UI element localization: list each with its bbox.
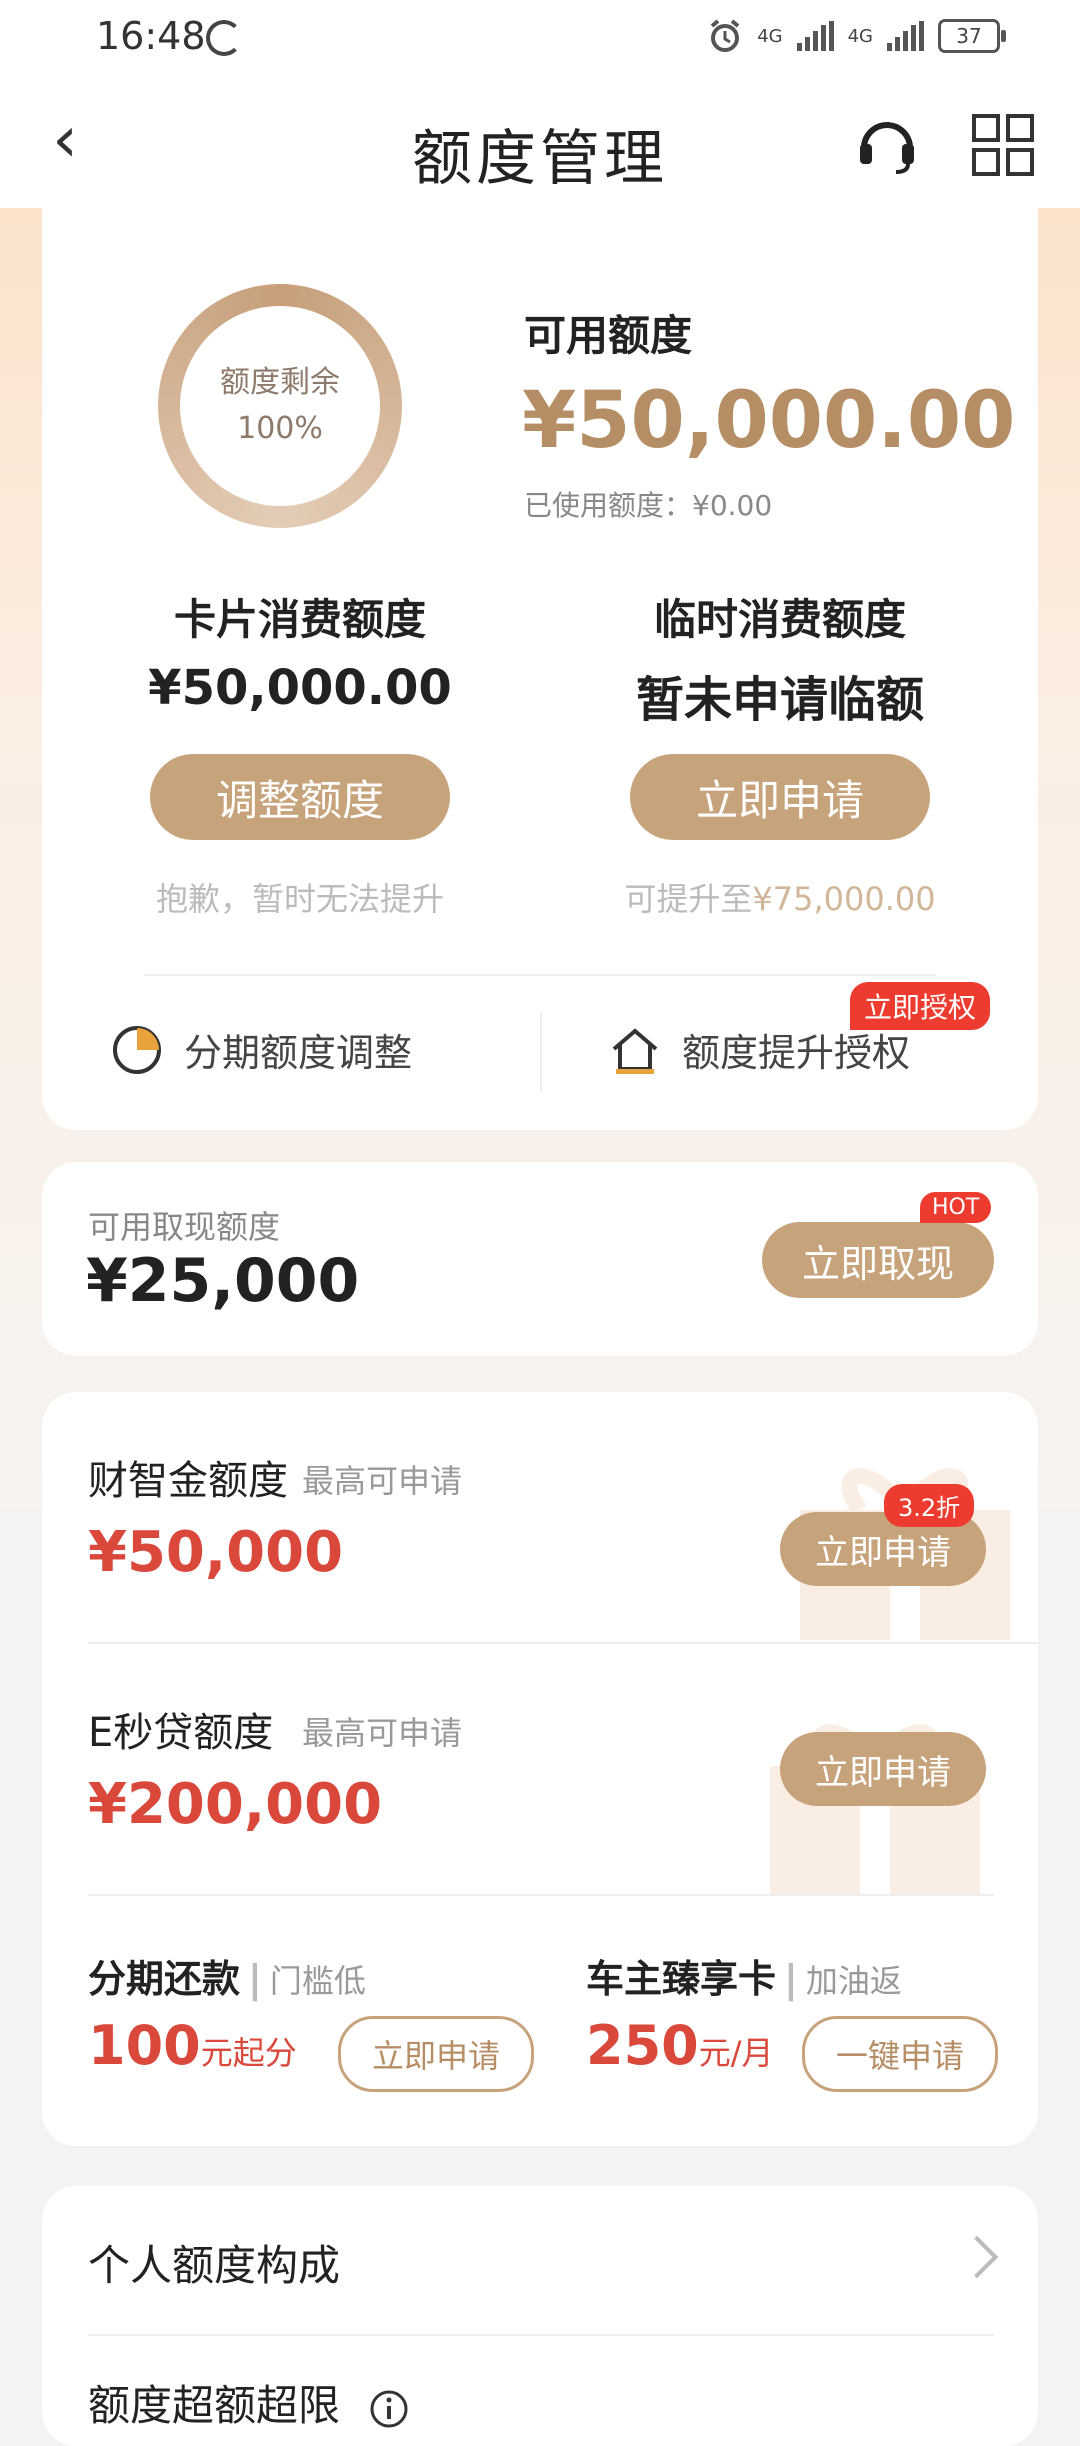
ring-label: 额度剩余 — [220, 365, 340, 400]
adjust-limit-button[interactable]: 调整额度 — [150, 754, 450, 840]
card-limit-title: 卡片消费额度 — [173, 595, 426, 644]
network-label-1: 4G — [757, 25, 783, 47]
authorize-tag: 立即授权 — [850, 982, 991, 1030]
emiao-title: E秒贷额度 — [88, 1710, 274, 1756]
apply-temp-limit-button[interactable]: 立即申请 — [630, 754, 930, 840]
temp-limit-note-prefix: 可提升至 — [624, 880, 753, 918]
ring-percent: 100% — [237, 411, 323, 446]
network-label-2: 4G — [847, 25, 873, 47]
temp-limit-note-amount: ¥75,000.00 — [752, 880, 936, 918]
product-divider-2 — [88, 1894, 994, 1896]
cash-limit-label: 可用取现额度 — [88, 1208, 281, 1246]
installment-repay-num: 100 — [88, 2014, 201, 2077]
info-icon[interactable] — [369, 2389, 409, 2429]
installment-repay-title: 分期还款 | 门槛低 — [88, 1957, 366, 2001]
available-limit-amount: ¥50,000.00 — [522, 376, 1016, 466]
grid-menu-icon[interactable] — [968, 110, 1038, 180]
car-card-title: 车主臻享卡 | 加油返 — [586, 1957, 902, 2001]
signal-icon-2 — [887, 21, 924, 51]
available-limit-label: 可用额度 — [524, 311, 693, 360]
car-card-num: 250 — [586, 2014, 699, 2077]
card-limit-value: ¥50,000.00 — [148, 660, 452, 716]
status-bar: 16:48 4G 4G 37 — [0, 0, 1080, 80]
caizhijin-sub: 最高可申请 — [302, 1462, 463, 1500]
car-card-unit: 元/月 — [698, 2034, 774, 2072]
product-divider-1 — [88, 1642, 1038, 1644]
car-card-sub: 加油返 — [805, 1962, 902, 2000]
installment-repay-sub: 门槛低 — [269, 1962, 366, 2000]
car-card-offer: 250元/月 — [586, 2014, 774, 2077]
withdraw-cash-button[interactable]: 立即取现 — [762, 1222, 994, 1298]
installment-repay-offer: 100元起分 — [88, 2014, 297, 2077]
installment-limit-link[interactable]: 分期额度调整 — [110, 1022, 412, 1077]
customer-service-icon[interactable] — [852, 110, 922, 180]
installment-repay-apply-button[interactable]: 立即申请 — [338, 2016, 534, 2092]
emiao-sub: 最高可申请 — [302, 1714, 463, 1752]
loading-icon — [206, 20, 242, 56]
used-limit: 已使用额度：¥0.00 — [524, 489, 773, 522]
nav-bar: ‹ 额度管理 — [0, 80, 1080, 208]
card-divider — [144, 974, 936, 976]
limit-authorize-link[interactable]: 额度提升授权 — [608, 1022, 910, 1077]
alarm-icon — [710, 19, 740, 52]
limit-over-row[interactable]: 额度超额超限 — [88, 2372, 409, 2433]
caizhijin-amount: ¥50,000 — [88, 1520, 344, 1585]
cash-limit-amount: ¥25,000 — [86, 1246, 360, 1316]
remaining-ring-chart: 额度剩余 100% — [158, 284, 402, 528]
status-time: 16:48 — [96, 14, 206, 58]
house-icon — [612, 1027, 658, 1074]
emiao-amount: ¥200,000 — [88, 1772, 383, 1837]
battery-level: 37 — [956, 24, 982, 48]
temp-limit-title: 临时消费额度 — [653, 595, 906, 644]
signal-icon — [796, 21, 834, 51]
installment-limit-label: 分期额度调整 — [184, 1031, 413, 1075]
pie-chart-icon — [113, 1025, 161, 1074]
personal-limit-composition-row[interactable]: 个人额度构成 — [88, 2232, 340, 2293]
card-limit-note: 抱歉，暂时无法提升 — [155, 880, 444, 918]
temp-limit-value: 暂未申请临额 — [635, 672, 924, 728]
status-indicators: 4G 4G 37 — [707, 18, 1006, 54]
discount-tag: 3.2折 — [884, 1484, 975, 1527]
emiao-apply-button[interactable]: 立即申请 — [780, 1732, 986, 1806]
caizhijin-title: 财智金额度 — [88, 1458, 288, 1504]
link-divider — [540, 1012, 542, 1092]
limit-over-label: 额度超额超限 — [88, 2381, 341, 2430]
battery-icon: 37 — [938, 19, 1006, 53]
hot-tag: HOT — [920, 1192, 992, 1223]
installment-repay-title-text: 分期还款 — [88, 1957, 241, 2001]
limit-authorize-label: 额度提升授权 — [682, 1031, 911, 1075]
bottom-divider — [88, 2334, 994, 2336]
ring-center: 额度剩余 100% — [180, 306, 380, 506]
car-card-title-text: 车主臻享卡 — [586, 1957, 777, 2001]
installment-repay-unit: 元起分 — [200, 2034, 297, 2072]
car-card-apply-button[interactable]: 一键申请 — [802, 2016, 998, 2092]
temp-limit-note: 可提升至¥75,000.00 — [550, 874, 1010, 920]
